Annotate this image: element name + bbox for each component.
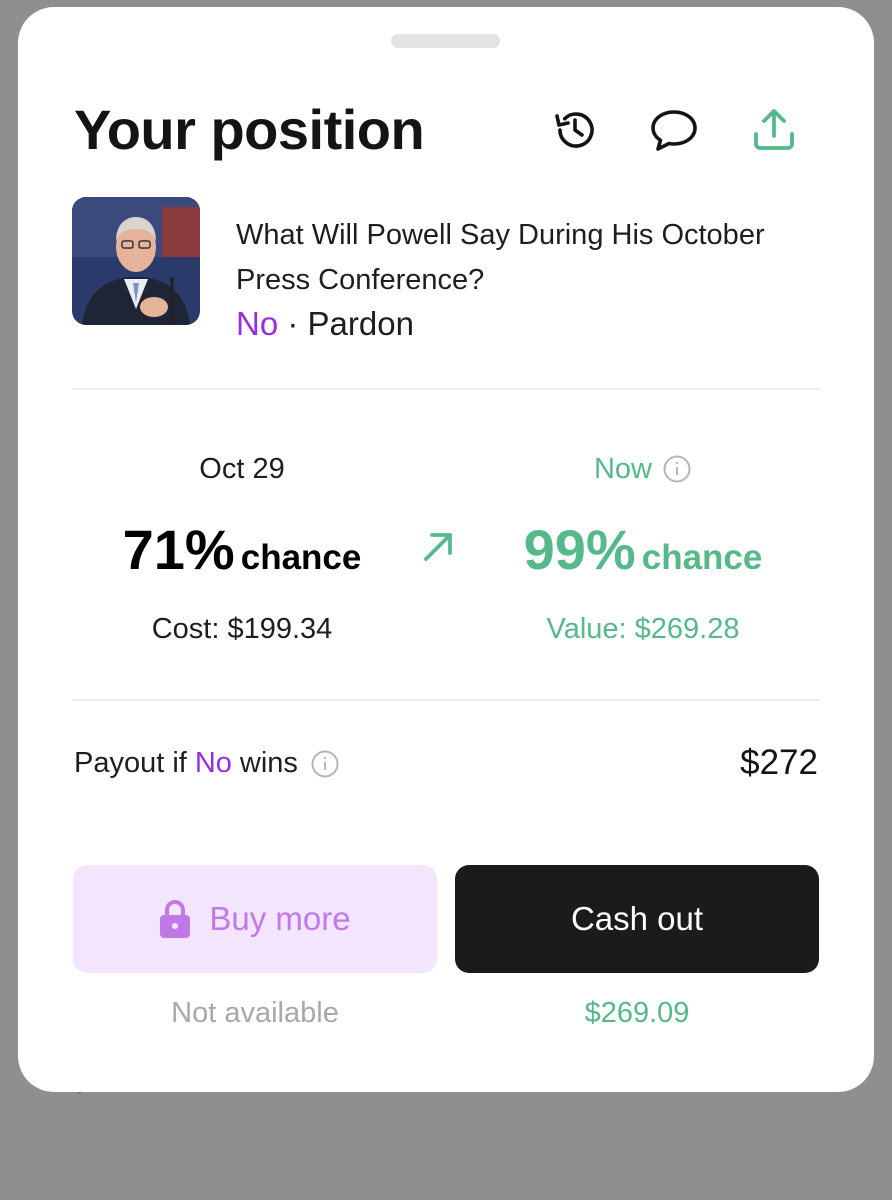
market-question[interactable]: What Will Powell Say During His October … bbox=[236, 213, 826, 303]
current-percent: 99% bbox=[523, 518, 636, 581]
cash-out-label: Cash out bbox=[570, 900, 704, 937]
position-outcome: No · Pardon bbox=[236, 305, 414, 343]
share-button[interactable] bbox=[747, 103, 801, 157]
market-thumbnail bbox=[72, 197, 200, 325]
payout-suffix: wins bbox=[239, 747, 298, 779]
buy-more-label: Buy more bbox=[209, 900, 351, 937]
entry-chance-label: chance bbox=[240, 538, 362, 577]
current-value: Value: $269.28 bbox=[546, 613, 740, 645]
history-button[interactable] bbox=[548, 103, 602, 157]
current-label: Now bbox=[593, 453, 652, 485]
current-label-row: Now bbox=[473, 449, 813, 489]
entry-chance: 71% chance bbox=[72, 515, 412, 585]
trend-up-arrow-icon bbox=[424, 533, 452, 561]
buy-more-note: Not available bbox=[171, 997, 339, 1029]
page-title: Your position bbox=[74, 98, 425, 161]
position-side: No bbox=[236, 305, 279, 342]
current-chance: 99% chance bbox=[473, 515, 813, 585]
speaker-photo bbox=[72, 197, 200, 325]
divider-bottom bbox=[72, 699, 820, 701]
cash-out-button[interactable]: Cash out bbox=[455, 865, 819, 973]
current-column: Now 99% chance Value: $269.28 bbox=[473, 449, 813, 646]
separator-dot: · bbox=[287, 305, 299, 342]
history-icon bbox=[555, 112, 594, 148]
comment-icon bbox=[651, 110, 697, 151]
entry-column: Oct 29 71% chance Cost: $199.34 bbox=[72, 449, 412, 646]
current-chance-label: chance bbox=[641, 538, 763, 577]
payout-info-icon[interactable] bbox=[310, 749, 340, 779]
share-icon bbox=[754, 109, 794, 150]
payout-side: No bbox=[194, 747, 232, 779]
cash-out-amount: $269.09 bbox=[584, 997, 690, 1029]
position-sheet: Your position What Will Powell Say Durin… bbox=[18, 7, 874, 1092]
payout-value: $272 bbox=[740, 743, 818, 782]
divider-top bbox=[72, 388, 820, 390]
entry-date: Oct 29 bbox=[199, 453, 285, 485]
outcome-name: Pardon bbox=[307, 305, 414, 342]
comments-button[interactable] bbox=[647, 103, 701, 157]
entry-cost: Cost: $199.34 bbox=[151, 613, 333, 645]
payout-label: Payout if No wins bbox=[74, 747, 340, 780]
buy-more-button[interactable]: Buy more bbox=[73, 865, 437, 973]
info-icon[interactable] bbox=[662, 454, 692, 484]
drag-handle[interactable] bbox=[391, 34, 500, 48]
lock-icon bbox=[160, 900, 191, 938]
entry-percent: 71% bbox=[122, 518, 235, 581]
payout-prefix: Payout if bbox=[74, 747, 187, 779]
